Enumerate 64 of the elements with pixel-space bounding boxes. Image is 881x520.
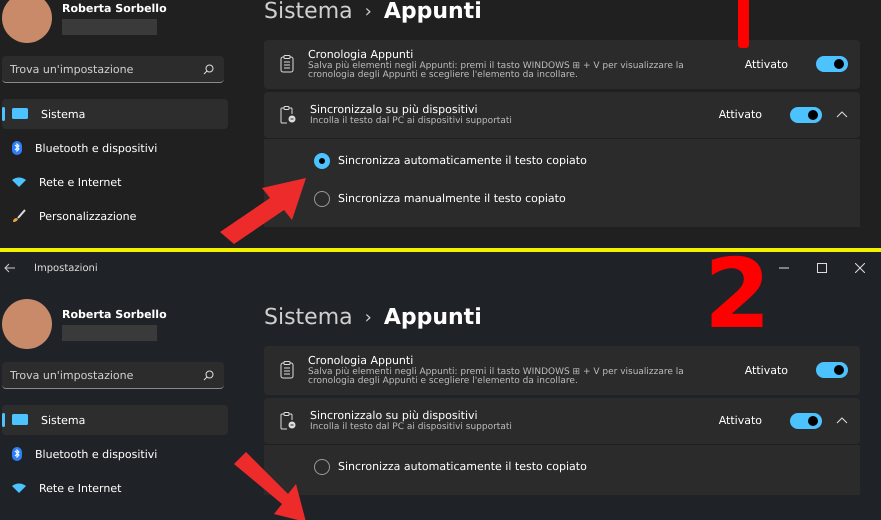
close-icon[interactable] — [855, 263, 865, 273]
breadcrumb-parent[interactable]: Sistema — [264, 304, 353, 330]
annotation-number: 2 — [704, 252, 771, 342]
setting-description: Salva più elementi negli Appunti: premi il tasto WINDOWS ⊞ + V per visualizzare la cronologia degli Appunti e scegliere l'elemento da incollare. — [308, 62, 685, 81]
nav-item[interactable]: Bluetooth e dispositivi — [2, 133, 228, 163]
user-name: Roberta Sorbello — [62, 308, 167, 320]
setting-description: Incolla il testo dal PC ai dispositivi supportati — [310, 117, 513, 127]
clipboard-icon — [280, 55, 294, 74]
breadcrumb-separator: › — [364, 306, 372, 328]
search-field[interactable]: Trova un'impostazione — [2, 56, 224, 83]
annotation-mark — [738, 0, 749, 48]
toggle-switch[interactable] — [790, 412, 822, 429]
setting-title: Sincronizzalo su più dispositivi — [310, 103, 478, 116]
toggle-switch[interactable] — [790, 106, 822, 123]
bluetooth-icon — [12, 447, 22, 461]
monitor-icon — [12, 414, 28, 426]
search-icon — [203, 370, 214, 381]
wifi-icon — [12, 177, 26, 187]
clipboard-icon — [280, 361, 294, 380]
radio-label[interactable]: Sincronizza automaticamente il testo copiato — [338, 460, 587, 474]
annotation-arrow — [234, 452, 306, 520]
toggle-state-label: Attivato — [744, 364, 788, 377]
nav-item[interactable]: Sistema — [2, 405, 228, 435]
avatar-picture — [2, 299, 52, 349]
nav-item[interactable]: Rete e Internet — [2, 473, 228, 503]
chevron-icon[interactable] — [836, 417, 848, 424]
back-arrow-icon[interactable] — [4, 263, 16, 273]
breadcrumb-separator: › — [364, 0, 372, 22]
maximize-icon[interactable] — [817, 263, 827, 273]
search-field[interactable]: Trova un'impostazione — [2, 362, 224, 389]
brush-icon — [12, 209, 26, 223]
nav-item[interactable]: Rete e Internet — [2, 167, 228, 197]
toggle-state-label: Attivato — [744, 58, 788, 71]
page-title: Appunti — [384, 304, 482, 330]
minimize-icon[interactable] — [779, 267, 789, 269]
setting-description: Salva più elementi negli Appunti: premi il tasto WINDOWS ⊞ + V per visualizzare la cronologia degli Appunti e scegliere l'elemento da incollare. — [308, 368, 685, 387]
toggle-state-label: Attivato — [718, 414, 762, 428]
toggle-state-label: Attivato — [718, 108, 762, 122]
chevron-icon[interactable] — [836, 111, 848, 118]
clipboard-sync-icon — [280, 106, 296, 124]
radio-button[interactable] — [314, 190, 330, 207]
nav-item[interactable]: Personalizzazione — [2, 201, 228, 231]
breadcrumb-parent[interactable]: Sistema — [264, 0, 353, 24]
radio-label[interactable]: Sincronizza automaticamente il testo copiato — [338, 154, 587, 168]
search-icon — [203, 64, 214, 75]
window-title: Impostazioni — [34, 262, 98, 274]
setting-title: Cronologia Appunti — [308, 48, 414, 61]
setting-description: Incolla il testo dal PC ai dispositivi supportati — [310, 423, 513, 433]
bluetooth-icon — [12, 141, 22, 155]
setting-title: Cronologia Appunti — [308, 354, 414, 367]
page-title: Appunti — [384, 0, 482, 24]
nav-item[interactable]: Sistema — [2, 99, 228, 129]
user-name: Roberta Sorbello — [62, 2, 167, 14]
monitor-icon — [12, 108, 28, 120]
radio-button[interactable] — [314, 458, 330, 475]
nav-item[interactable]: Bluetooth e dispositivi — [2, 439, 228, 469]
toggle-switch[interactable] — [816, 56, 848, 72]
radio-button[interactable] — [314, 152, 330, 169]
clipboard-sync-icon — [280, 412, 296, 430]
avatar-picture — [2, 0, 52, 43]
wifi-icon — [12, 483, 26, 493]
setting-title: Sincronizzalo su più dispositivi — [310, 409, 478, 422]
radio-label[interactable]: Sincronizza manualmente il testo copiato — [338, 192, 566, 206]
toggle-switch[interactable] — [816, 362, 848, 378]
